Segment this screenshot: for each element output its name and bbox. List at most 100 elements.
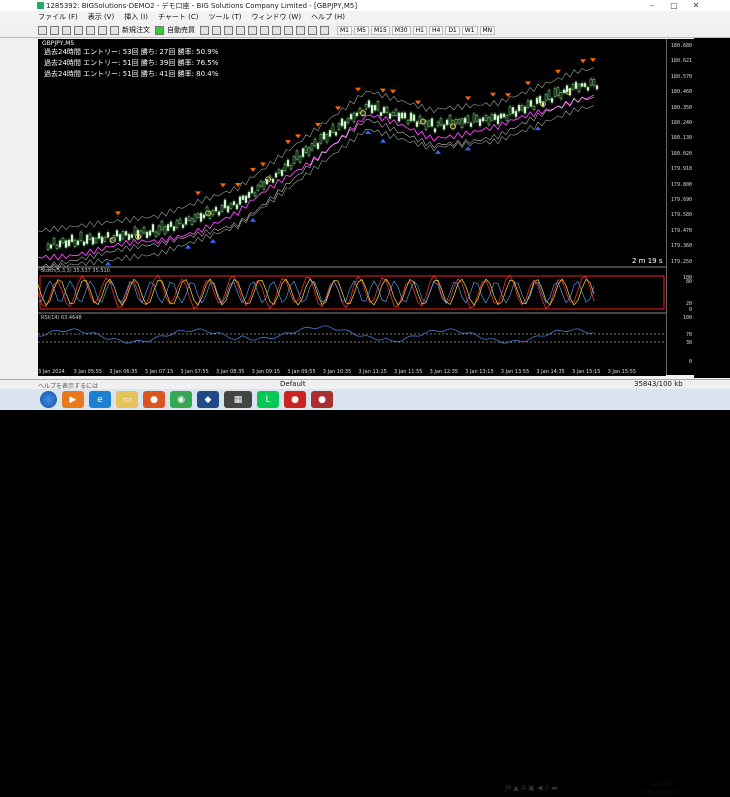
app-blue-icon[interactable]: ◆ — [197, 391, 219, 408]
candle-body — [163, 226, 167, 235]
firefox-icon[interactable]: ● — [143, 391, 165, 408]
shift-icon[interactable] — [284, 25, 293, 35]
candle-body — [127, 233, 131, 241]
candle-body — [409, 112, 413, 122]
candle-body — [130, 234, 134, 239]
candle-body — [100, 236, 104, 244]
periods-icon[interactable] — [308, 25, 317, 35]
candle-body — [325, 134, 329, 143]
time-tick-label: 3 Jan 07:55 — [180, 369, 209, 375]
candle-body — [439, 118, 443, 126]
price-tick-label: 179.470 — [670, 227, 692, 234]
close-button[interactable]: ✕ — [685, 0, 707, 11]
price-tick-label: 180.680 — [670, 43, 692, 49]
candle-body — [235, 204, 239, 210]
tf-d1[interactable]: D1 — [445, 25, 460, 35]
candle-body — [460, 118, 464, 128]
candle-body — [142, 227, 146, 234]
price-tick-label: 180.130 — [670, 135, 692, 142]
candle-body — [238, 196, 242, 205]
tf-m1[interactable]: M1 — [337, 25, 352, 35]
candle-body — [565, 85, 569, 93]
candle-body — [394, 109, 398, 116]
tf-mn[interactable]: MN — [479, 25, 496, 35]
candle-body — [148, 230, 152, 236]
indicators-icon[interactable] — [296, 25, 305, 35]
candle-body — [502, 113, 506, 118]
ie-icon[interactable]: e — [89, 391, 111, 408]
candle-body — [532, 106, 536, 110]
maximize-button[interactable]: ▢ — [663, 0, 685, 11]
tf-h1[interactable]: H1 — [412, 25, 427, 35]
autoscroll-icon[interactable] — [272, 25, 281, 35]
terminal-icon[interactable] — [98, 25, 107, 35]
candle-body — [49, 244, 53, 249]
candle-body — [373, 104, 377, 111]
tray-icons: JP ▲ A ▣ ◀ ♪ ▬ — [505, 784, 558, 792]
price-chart[interactable] — [38, 39, 666, 367]
line-chart-icon[interactable] — [224, 25, 233, 35]
start-button[interactable] — [40, 391, 57, 408]
candle-body — [55, 244, 59, 249]
chrome-icon[interactable]: ◉ — [170, 391, 192, 408]
candle-body — [523, 106, 527, 114]
candle-body — [529, 100, 533, 107]
tf-m30[interactable]: M30 — [391, 25, 411, 35]
menu-insert[interactable]: 挿入 (I) — [124, 12, 148, 22]
tf-h4[interactable]: H4 — [428, 25, 444, 35]
candle-body — [364, 104, 368, 110]
candle-body — [559, 92, 563, 100]
zoom-in-icon[interactable] — [236, 25, 245, 35]
mt4-taskbar-icon[interactable]: ▦ — [224, 391, 252, 408]
candle-body — [454, 118, 458, 125]
price-tick-label: 180.460 — [670, 89, 692, 96]
price-tick-label: 180.621 — [670, 58, 692, 65]
explorer-icon[interactable]: ▭ — [116, 391, 138, 408]
candle-body — [391, 111, 395, 116]
record-icon[interactable]: ● — [284, 391, 306, 408]
candle-body — [64, 240, 68, 248]
line-icon[interactable]: L — [257, 391, 279, 408]
menu-chart[interactable]: チャート (C) — [158, 12, 199, 22]
time-tick-label: 3 Jan 14:35 — [536, 369, 565, 375]
menu-view[interactable]: 表示 (V) — [88, 12, 114, 22]
tile-icon[interactable] — [260, 25, 269, 35]
zoom-out-icon[interactable] — [248, 25, 257, 35]
mt4-window: 1285392: BIGSolutions-DEMO2 - デモ口座 - BIG… — [0, 0, 730, 797]
media-player-icon[interactable]: ▶ — [62, 391, 84, 408]
candle-body — [178, 218, 182, 224]
candle-chart-icon[interactable] — [212, 25, 221, 35]
candle-body — [244, 195, 248, 203]
menu-window[interactable]: ウィンドウ (W) — [251, 12, 301, 22]
market-watch-icon[interactable] — [62, 25, 71, 35]
candle-body — [478, 118, 482, 127]
candle-body — [577, 84, 581, 93]
time-tick-label: 3 Jan 09:15 — [251, 369, 281, 375]
candle-body — [154, 231, 158, 237]
candle-body — [304, 146, 308, 153]
navigator-icon[interactable] — [86, 25, 95, 35]
candle-body — [256, 184, 260, 192]
menu-tools[interactable]: ツール (T) — [208, 12, 241, 22]
candle-body — [490, 114, 494, 121]
candle-body — [544, 94, 548, 101]
candle-body — [541, 102, 545, 107]
new-chart-icon[interactable] — [38, 25, 47, 35]
profiles-icon[interactable] — [50, 25, 59, 35]
auto-trading-button[interactable]: 自動売買 — [155, 25, 195, 35]
minimize-button[interactable]: – — [641, 0, 663, 11]
app-red-icon[interactable]: ● — [311, 391, 333, 408]
tf-m15[interactable]: M15 — [371, 25, 390, 35]
data-window-icon[interactable] — [74, 25, 83, 35]
tf-m5[interactable]: M5 — [354, 25, 369, 35]
templates-icon[interactable] — [320, 25, 329, 35]
menu-file[interactable]: ファイル (F) — [38, 12, 78, 22]
new-order-button[interactable]: 新規注文 — [110, 25, 150, 35]
menu-help[interactable]: ヘルプ (H) — [311, 12, 345, 22]
tf-w1[interactable]: W1 — [461, 25, 478, 35]
candle-body — [103, 237, 107, 242]
time-tick-label: 3 Jan 15:15 — [572, 369, 601, 375]
chart-window[interactable]: GBPJPY,M5 過去24時間 エントリー: 53回 勝ち: 27回 勝率: … — [38, 39, 666, 375]
candle-body — [481, 117, 485, 122]
bar-chart-icon[interactable] — [200, 25, 209, 35]
